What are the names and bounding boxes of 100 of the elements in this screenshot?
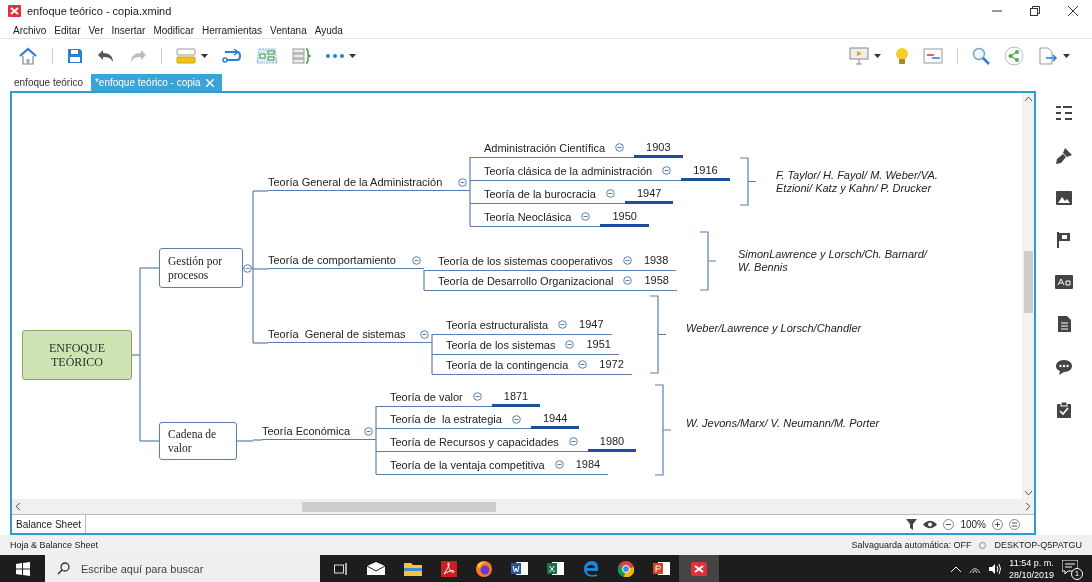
text-style-icon[interactable] (1055, 275, 1073, 289)
collapse-icon[interactable] (420, 329, 429, 339)
document-tab[interactable]: enfoque teórico (10, 74, 91, 91)
topic-label: Teoría de comportamiento (268, 252, 424, 269)
subtopic-label: Teoría de valor (390, 389, 463, 405)
slides-app-icon[interactable] (653, 561, 670, 576)
close-icon[interactable] (1068, 6, 1078, 16)
year-label: 1950 (600, 207, 649, 227)
menu-item[interactable]: Ventana (270, 24, 307, 36)
boundary-icon[interactable] (256, 48, 278, 64)
notification-button[interactable]: 1 (1062, 559, 1080, 578)
clock-date: 28/10/2019 (1008, 568, 1054, 581)
zoom-out-icon[interactable] (943, 518, 955, 530)
task-icon[interactable] (1057, 402, 1071, 418)
subtopic-label: Teoría estructuralista (446, 317, 549, 333)
scrollbar-thumb[interactable] (302, 502, 496, 512)
scroll-left-icon[interactable] (16, 503, 20, 510)
subtopic-label: Teoría de la burocracia (484, 186, 596, 202)
search-box[interactable]: Escribe aquí para buscar (45, 555, 320, 582)
collapse-icon[interactable] (472, 392, 482, 401)
notes-icon[interactable] (1057, 316, 1071, 332)
chevron-up-icon[interactable] (950, 565, 961, 572)
zoom-level: 100% (960, 518, 986, 530)
collapse-icon[interactable] (615, 143, 625, 152)
search-field[interactable]: Escribe aquí para buscar (79, 561, 303, 576)
menu-item[interactable]: Ayuda (314, 24, 343, 36)
xmind-app-icon[interactable] (691, 561, 707, 576)
more-icon[interactable] (326, 54, 344, 58)
windows-icon (15, 561, 30, 576)
subtopic-label: Teoría de los sistemas (446, 337, 556, 353)
collapse-icon[interactable] (565, 340, 575, 349)
home-icon[interactable] (18, 47, 38, 65)
year-label: 1938 (642, 252, 670, 268)
collapse-icon[interactable] (412, 255, 421, 265)
menu-item[interactable]: Ver (88, 24, 104, 36)
outline-icon[interactable] (1056, 105, 1072, 121)
scroll-up-icon[interactable] (1024, 97, 1032, 101)
browser-icon[interactable] (476, 560, 492, 577)
collapse-icon[interactable] (662, 166, 672, 175)
collapse-icon[interactable] (554, 460, 564, 470)
topic-label: Teoría General de sistemas (268, 326, 432, 343)
collapse-icon[interactable] (364, 426, 373, 436)
menu-item[interactable]: Editar (54, 24, 81, 36)
export-icon[interactable] (1038, 47, 1058, 65)
chrome-browser-icon[interactable] (618, 560, 634, 577)
spreadsheet-app-icon[interactable] (547, 561, 564, 576)
filter-icon[interactable] (906, 518, 918, 530)
scroll-right-icon[interactable] (1026, 503, 1030, 510)
share-icon[interactable] (1004, 46, 1024, 66)
save-icon[interactable] (67, 48, 83, 64)
image-icon[interactable] (1056, 191, 1072, 205)
scroll-down-icon[interactable] (1024, 491, 1032, 495)
collapse-icon[interactable] (243, 263, 252, 273)
task-view-icon[interactable] (334, 562, 348, 575)
year-label: 1947 (624, 184, 674, 204)
comment-icon[interactable] (1055, 359, 1073, 375)
scrollbar-thumb[interactable] (1024, 251, 1033, 313)
menu-item[interactable]: Modificar (153, 24, 194, 36)
eye-icon[interactable] (923, 519, 938, 529)
year-label: 1944 (530, 410, 580, 430)
presentation-icon[interactable] (849, 47, 869, 65)
summary-text: Weber/Lawrence y Lorsch/Chandler (686, 322, 863, 335)
flag-icon[interactable] (1057, 232, 1071, 248)
pdf-icon[interactable] (441, 560, 457, 577)
collapse-icon[interactable] (558, 320, 568, 329)
caret-icon[interactable] (201, 54, 208, 58)
brush-icon[interactable] (1056, 148, 1072, 164)
summary-bracket (699, 231, 717, 291)
collapse-icon[interactable] (578, 360, 588, 369)
lightbulb-icon[interactable] (895, 47, 909, 65)
folder-icon[interactable] (404, 561, 422, 576)
year-label: 1972 (598, 356, 625, 372)
topic-label: Teoría General de la Administración (268, 174, 470, 191)
caret-icon[interactable] (874, 54, 881, 58)
topic-label: Teoría Económica (262, 423, 376, 440)
undo-icon[interactable] (97, 49, 115, 63)
volume-icon[interactable] (988, 563, 1001, 574)
relationship-icon[interactable] (222, 48, 242, 64)
edge-browser-icon[interactable] (583, 560, 599, 577)
caret-icon[interactable] (349, 54, 356, 58)
menu-item[interactable]: Herramientas (202, 24, 262, 36)
collapse-icon[interactable] (581, 212, 591, 221)
document-app-icon[interactable] (511, 561, 528, 576)
summary-text: F. Taylor/ H. Fayol/ M. Weber/VA. Etzioni/ Katz y Kahn/ P. Drucker (776, 169, 939, 195)
summary-icon[interactable] (292, 48, 312, 64)
gantt-icon[interactable] (923, 48, 943, 64)
mail-icon[interactable] (367, 562, 385, 575)
menu-item[interactable]: Insertar (111, 24, 146, 36)
restore-icon[interactable] (1030, 6, 1040, 16)
zoom-in-icon[interactable] (992, 518, 1003, 530)
collapse-icon[interactable] (605, 189, 615, 198)
collapse-icon[interactable] (568, 437, 578, 447)
menu-item[interactable]: Archivo (13, 24, 47, 36)
collapse-icon[interactable] (622, 256, 632, 265)
menu-icon[interactable] (1009, 518, 1020, 530)
search-icon[interactable] (972, 47, 990, 65)
caret-icon[interactable] (1063, 54, 1070, 58)
collapse-icon[interactable] (458, 177, 467, 187)
collapse-icon[interactable] (511, 414, 521, 424)
collapse-icon[interactable] (623, 276, 633, 285)
